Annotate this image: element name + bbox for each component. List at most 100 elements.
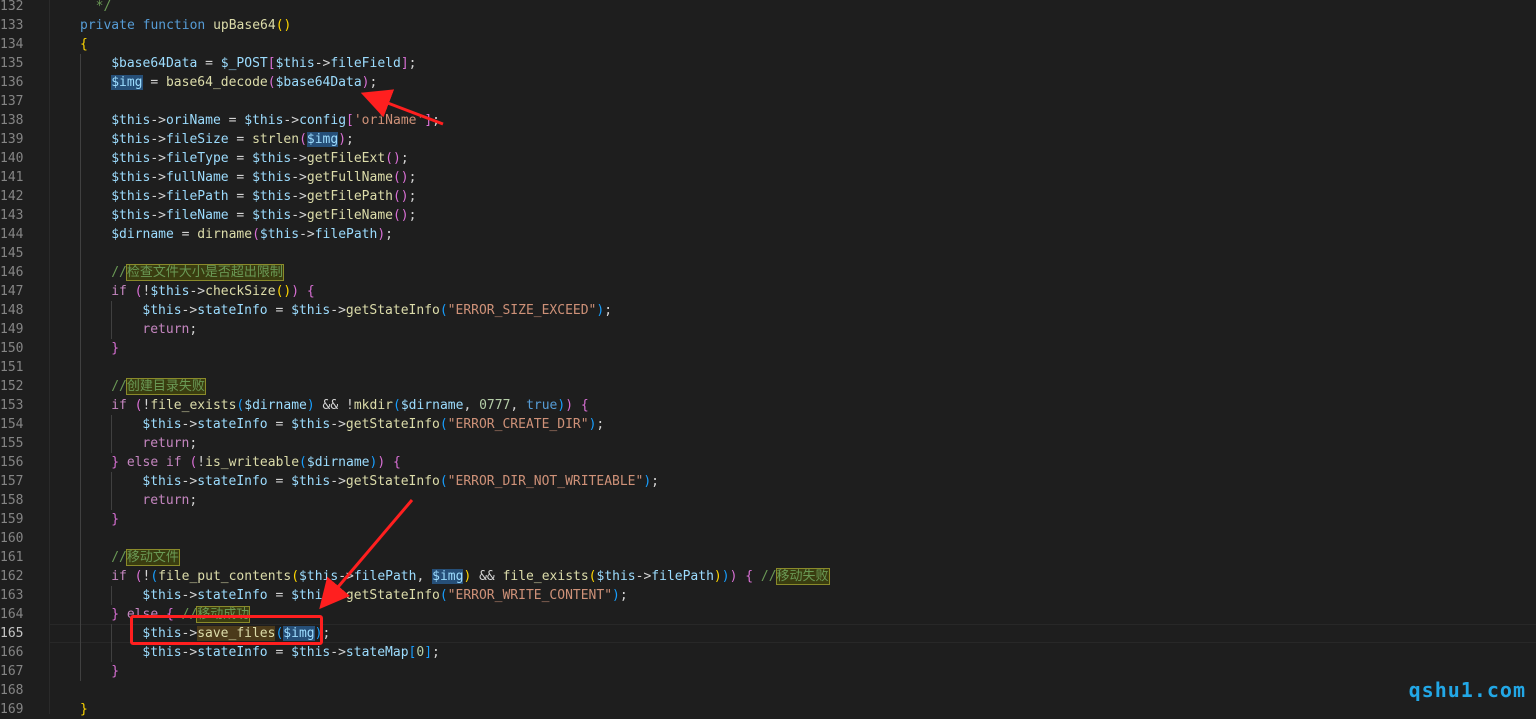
code-line[interactable]: 169} (0, 700, 1536, 719)
code-line[interactable]: 159} (0, 510, 1536, 529)
code-token: $this (142, 303, 182, 318)
code-token: -> (181, 645, 198, 660)
code-token: -> (150, 113, 166, 128)
code-token: ( (291, 569, 300, 584)
code-line[interactable]: 154 $this->stateInfo = $this->getStateInf… (0, 415, 1536, 434)
code-text: if (!file_exists($dirname) && !mkdir($di… (111, 396, 589, 415)
code-token: = (220, 113, 245, 128)
code-line[interactable]: 161 //移动文件 (0, 548, 1536, 567)
code-line[interactable]: 135 $base64Data = $_POST[$this->fileField… (0, 54, 1536, 73)
code-token: ! (197, 455, 206, 470)
code-line[interactable]: 155 return; (0, 434, 1536, 453)
line-number: 169 (0, 702, 24, 717)
code-line[interactable]: 139 $this->fileSize = strlen($img); (0, 130, 1536, 149)
indent-guide (111, 643, 113, 662)
indent-guide (111, 434, 113, 453)
line-number: 167 (0, 664, 24, 679)
code-line[interactable]: 132 */ (0, 0, 1536, 16)
line-number: 168 (0, 683, 24, 698)
code-token: $this (252, 170, 292, 185)
code-line[interactable]: 168 (0, 681, 1536, 700)
code-line[interactable]: 158 return; (0, 491, 1536, 510)
indent-guide (80, 244, 81, 263)
code-line[interactable]: 156} else if (!is_writeable($dirname)) { (0, 453, 1536, 472)
line-number: 139 (0, 132, 24, 147)
indent-guide (111, 320, 113, 339)
indent-guide (80, 339, 81, 358)
code-token: -> (291, 208, 307, 223)
code-line[interactable]: 153 if (!file_exists($dirname) && !mkdir(… (0, 396, 1536, 415)
code-line[interactable]: 144 $dirname = dirname($this->filePath); (0, 225, 1536, 244)
code-line[interactable]: 160 (0, 529, 1536, 548)
code-text: $this->stateInfo = $this->stateMap[0]; (142, 643, 439, 662)
code-token: -> (338, 569, 354, 584)
code-token: $dirname (244, 398, 307, 413)
indent-guide (80, 643, 81, 662)
code-token: fullName (165, 170, 229, 185)
code-token: $this (111, 151, 151, 166)
code-editor[interactable]: 132 */133 private function upBase64() 134{… (0, 0, 1536, 719)
code-line[interactable]: 150} (0, 339, 1536, 358)
code-line[interactable]: 162 if (!(file_put_contents($this->filePa… (0, 567, 1536, 586)
code-token: ) (565, 398, 574, 413)
code-line[interactable]: 143 $this->fileName = $this->getFileName(… (0, 206, 1536, 225)
code-token: () (392, 170, 409, 185)
line-number: 134 (0, 37, 24, 52)
code-line[interactable]: 147 if (!$this->checkSize()) { (0, 282, 1536, 301)
indent-guide (80, 377, 81, 396)
code-text: $this->stateInfo = $this->getStateInfo("… (142, 415, 604, 434)
code-line[interactable]: 137 (0, 92, 1536, 111)
code-token: ; (604, 303, 613, 318)
code-line[interactable]: 136 $img = base64_decode($base64Data); (0, 73, 1536, 92)
code-line[interactable]: 145 (0, 244, 1536, 263)
code-token: private (80, 18, 143, 33)
code-token: $this (142, 474, 182, 489)
code-text: } (80, 700, 88, 719)
code-line[interactable]: 134 { (0, 35, 1536, 54)
code-text: return; (142, 491, 197, 510)
gutter-divider (49, 0, 50, 714)
code-token: () (392, 208, 409, 223)
code-token: // (111, 265, 127, 280)
code-token: return (142, 436, 190, 451)
code-line[interactable]: 152 //创建目录失败 (0, 377, 1536, 396)
code-line[interactable]: 133 private function upBase64() (0, 16, 1536, 35)
code-line[interactable]: 148 $this->stateInfo = $this->getStateInf… (0, 301, 1536, 320)
code-token: $this (291, 417, 331, 432)
code-token: -> (181, 303, 198, 318)
code-token: -> (150, 170, 166, 185)
code-token: if (111, 569, 127, 584)
code-line[interactable]: 142 $this->filePath = $this->getFilePath(… (0, 187, 1536, 206)
code-token: -> (291, 151, 307, 166)
code-line[interactable]: 157 $this->stateInfo = $this->getStateInf… (0, 472, 1536, 491)
code-line[interactable]: 138 $this->oriName = $this->config['oriNa… (0, 111, 1536, 130)
code-line[interactable]: 151 (0, 358, 1536, 377)
code-token: ( (439, 303, 448, 318)
code-line[interactable]: 166 $this->stateInfo = $this->stateMap[0]… (0, 643, 1536, 662)
code-token: -> (150, 208, 166, 223)
line-number: 161 (0, 550, 24, 565)
code-text: $base64Data = $_POST[$this->fileField]; (111, 54, 416, 73)
line-number: 160 (0, 531, 24, 546)
code-text: $this->stateInfo = $this->getStateInfo("… (142, 472, 659, 491)
code-line[interactable]: 167} (0, 662, 1536, 681)
line-number: 153 (0, 398, 24, 413)
code-line[interactable]: 141 $this->fullName = $this->getFullName(… (0, 168, 1536, 187)
code-text: return; (142, 434, 197, 453)
code-token: = (228, 151, 253, 166)
indent-guide (80, 605, 81, 624)
code-token: [ (267, 56, 276, 71)
code-line[interactable]: 140 $this->fileType = $this->getFileExt()… (0, 149, 1536, 168)
code-token: () (385, 151, 401, 166)
indent-guide (80, 206, 81, 225)
code-token: filePath (651, 569, 714, 584)
code-token: $this (259, 227, 300, 242)
code-text: $this->filePath = $this->getFilePath(); (111, 187, 416, 206)
code-token: file_exists (502, 569, 589, 584)
code-line[interactable]: 146 //检查文件大小是否超出限制 (0, 263, 1536, 282)
code-line[interactable]: 149 return; (0, 320, 1536, 339)
code-token: ; (189, 322, 198, 337)
code-line[interactable]: 163 $this->stateInfo = $this->getStateInf… (0, 586, 1536, 605)
